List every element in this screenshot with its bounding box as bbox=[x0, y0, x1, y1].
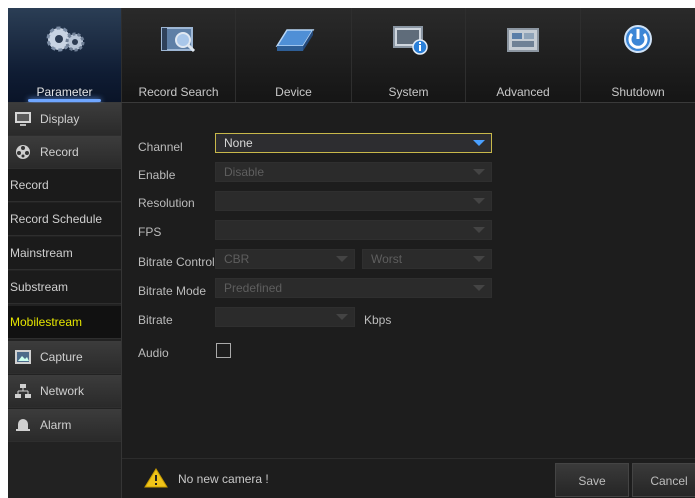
quality-select[interactable]: Worst bbox=[362, 249, 492, 269]
audio-label: Audio bbox=[138, 346, 169, 360]
channel-value: None bbox=[224, 136, 253, 150]
sidebar-subitem-mobilestream[interactable]: Mobilestream bbox=[8, 306, 121, 339]
hard-drive-icon bbox=[275, 29, 314, 51]
sidebar-item-alarm[interactable]: Alarm bbox=[8, 409, 121, 442]
tab-record-search[interactable]: Record Search bbox=[122, 8, 236, 102]
sidebar-item-label: Mainstream bbox=[10, 246, 73, 260]
main-menu-bar: Parameter Record Search Device System Ad… bbox=[8, 8, 695, 103]
chevron-down-icon bbox=[473, 169, 485, 175]
sidebar-item-label: Display bbox=[40, 112, 80, 126]
tab-label: Parameter bbox=[36, 85, 93, 99]
chevron-down-icon bbox=[473, 198, 485, 204]
tab-label: Record Search bbox=[138, 85, 219, 99]
tab-label: System bbox=[388, 85, 429, 99]
dvr-screen: Parameter Record Search Device System Ad… bbox=[8, 8, 695, 498]
sidebar-item-label: Record Schedule bbox=[10, 212, 103, 226]
tab-system[interactable]: System bbox=[352, 8, 466, 102]
chevron-down-icon bbox=[473, 256, 485, 262]
tab-advanced[interactable]: Advanced bbox=[466, 8, 581, 102]
capture-icon bbox=[15, 350, 31, 364]
sidebar-item-capture[interactable]: Capture bbox=[8, 341, 121, 374]
tab-label: Advanced bbox=[496, 85, 550, 99]
sidebar-item-label: Record bbox=[40, 145, 79, 159]
chevron-down-icon bbox=[336, 314, 348, 320]
bitrate-control-label: Bitrate Control bbox=[138, 255, 215, 269]
sidebar-item-label: Mobilestream bbox=[10, 315, 83, 329]
sidebar-item-network[interactable]: Network bbox=[8, 375, 121, 408]
tab-shutdown[interactable]: Shutdown bbox=[581, 8, 695, 102]
mobilestream-settings-panel: Channel None Enable Disable Resolution F… bbox=[122, 103, 695, 498]
advanced-panel-icon bbox=[507, 28, 539, 52]
status-message: No new camera ! bbox=[178, 472, 269, 486]
bitrate-unit: Kbps bbox=[364, 313, 392, 327]
chevron-down-icon bbox=[473, 140, 485, 146]
enable-label: Enable bbox=[138, 168, 176, 182]
bitrate-mode-value: Predefined bbox=[224, 281, 283, 295]
film-reel-icon bbox=[16, 145, 30, 159]
channel-label: Channel bbox=[138, 140, 183, 154]
channel-select[interactable]: None bbox=[215, 133, 492, 153]
sidebar-item-record[interactable]: Record bbox=[8, 136, 121, 169]
film-search-icon bbox=[160, 27, 195, 53]
network-icon bbox=[15, 384, 31, 398]
gears-icon bbox=[46, 26, 84, 52]
bitrate-mode-label: Bitrate Mode bbox=[138, 284, 207, 298]
enable-value: Disable bbox=[224, 165, 265, 179]
sidebar-item-label: Record bbox=[10, 178, 49, 192]
tab-label: Device bbox=[275, 85, 312, 99]
monitor-icon bbox=[15, 112, 31, 126]
resolution-select[interactable] bbox=[215, 191, 492, 211]
sidebar-item-label: Network bbox=[40, 384, 85, 398]
sidebar-subitem-substream[interactable]: Substream bbox=[8, 271, 121, 304]
chevron-down-icon bbox=[473, 285, 485, 291]
cancel-button[interactable]: Cancel bbox=[632, 463, 695, 497]
sidebar-subitem-record[interactable]: Record bbox=[8, 169, 121, 202]
sidebar-subitem-mainstream[interactable]: Mainstream bbox=[8, 237, 121, 270]
chevron-down-icon bbox=[336, 256, 348, 262]
bitrate-control-select[interactable]: CBR bbox=[215, 249, 355, 269]
chevron-down-icon bbox=[473, 227, 485, 233]
sidebar: Display Record Record Record Schedule Ma… bbox=[8, 103, 122, 498]
status-bar: No new camera ! Save Cancel bbox=[122, 458, 695, 498]
sidebar-subitem-record-schedule[interactable]: Record Schedule bbox=[8, 203, 121, 236]
enable-select[interactable]: Disable bbox=[215, 162, 492, 182]
quality-value: Worst bbox=[371, 252, 403, 266]
sidebar-item-label: Alarm bbox=[40, 418, 72, 432]
audio-checkbox[interactable] bbox=[216, 343, 231, 358]
tab-label: Shutdown bbox=[611, 85, 665, 99]
bitrate-label: Bitrate bbox=[138, 313, 173, 327]
sidebar-item-label: Substream bbox=[10, 280, 69, 294]
bitrate-select[interactable] bbox=[215, 307, 355, 327]
save-button[interactable]: Save bbox=[555, 463, 629, 497]
monitor-info-icon bbox=[392, 26, 428, 55]
resolution-label: Resolution bbox=[138, 196, 195, 210]
fps-select[interactable] bbox=[215, 220, 492, 240]
sidebar-item-label: Capture bbox=[40, 350, 83, 364]
tab-parameter[interactable]: Parameter bbox=[8, 8, 122, 102]
bitrate-control-value: CBR bbox=[224, 252, 250, 266]
warning-icon bbox=[144, 468, 168, 488]
alarm-bell-icon bbox=[16, 419, 30, 431]
sidebar-item-display[interactable]: Display bbox=[8, 103, 121, 136]
power-icon bbox=[624, 25, 652, 53]
bitrate-mode-select[interactable]: Predefined bbox=[215, 278, 492, 298]
fps-label: FPS bbox=[138, 225, 162, 239]
tab-device[interactable]: Device bbox=[236, 8, 352, 102]
